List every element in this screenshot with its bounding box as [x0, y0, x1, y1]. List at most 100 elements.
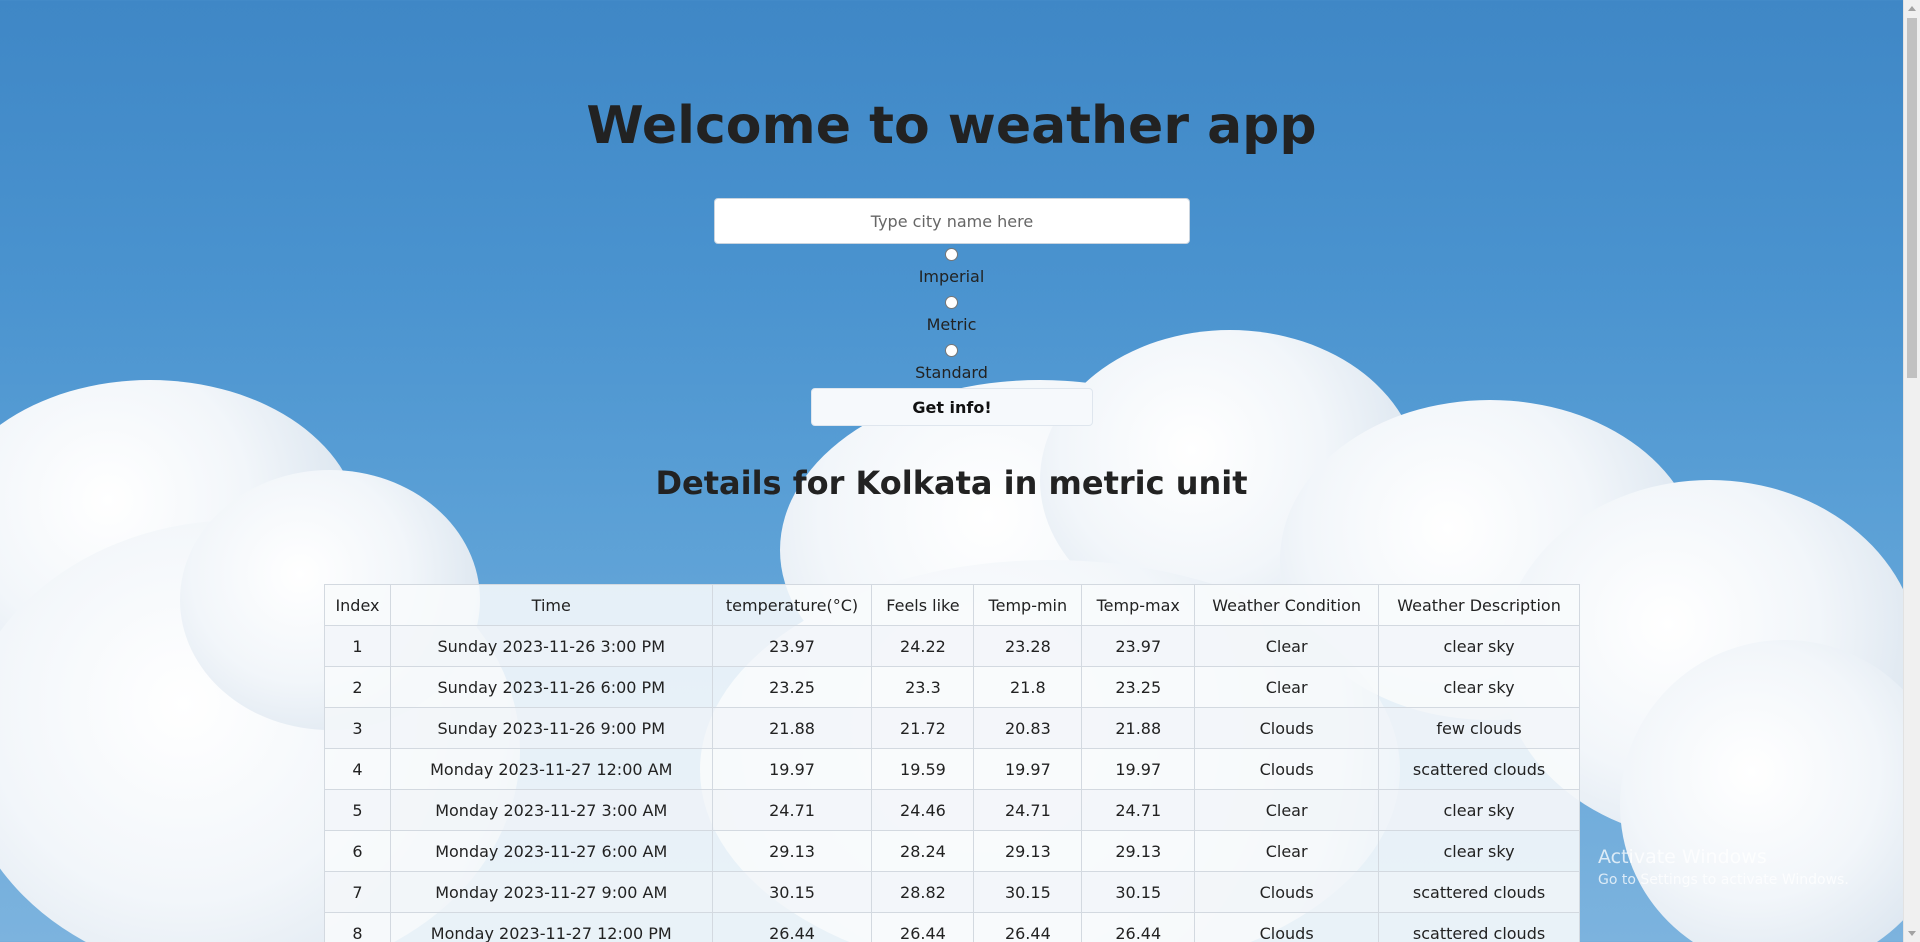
cell-temp-min: 20.83: [973, 707, 1083, 749]
table-row: 5 Monday 2023-11-27 3:00 AM 24.71 24.46 …: [324, 789, 1580, 831]
cell-time: Monday 2023-11-27 3:00 AM: [389, 789, 713, 831]
cell-temp-min: 26.44: [973, 912, 1083, 942]
cell-feels-like: 26.44: [871, 912, 975, 942]
table-row: 4 Monday 2023-11-27 12:00 AM 19.97 19.59…: [324, 748, 1580, 790]
cell-time: Monday 2023-11-27 12:00 AM: [389, 748, 713, 790]
activate-windows-watermark: Activate Windows Go to Settings to activ…: [1598, 846, 1849, 888]
cell-condition: Clouds: [1194, 748, 1380, 790]
col-header-feels-like: Feels like: [871, 584, 975, 626]
city-search-input[interactable]: [714, 198, 1190, 244]
col-header-temp-max: Temp-max: [1081, 584, 1196, 626]
table-header-row: Index Time temperature(°C) Feels like Te…: [324, 584, 1580, 626]
cell-index: 2: [324, 666, 391, 708]
cell-index: 6: [324, 830, 391, 872]
table-row: 6 Monday 2023-11-27 6:00 AM 29.13 28.24 …: [324, 830, 1580, 872]
col-header-temperature: temperature(°C): [711, 584, 873, 626]
page-title: Welcome to weather app: [586, 96, 1317, 156]
cell-description: scattered clouds: [1378, 912, 1580, 942]
cell-temperature: 24.71: [711, 789, 873, 831]
col-header-temp-min: Temp-min: [973, 584, 1083, 626]
table-row: 1 Sunday 2023-11-26 3:00 PM 23.97 24.22 …: [324, 625, 1580, 667]
col-header-index: Index: [324, 584, 391, 626]
cell-temperature: 29.13: [711, 830, 873, 872]
cell-condition: Clouds: [1194, 707, 1380, 749]
cell-time: Sunday 2023-11-26 3:00 PM: [389, 625, 713, 667]
col-header-weather-condition: Weather Condition: [1194, 584, 1380, 626]
col-header-time: Time: [389, 584, 713, 626]
cell-temp-max: 24.71: [1081, 789, 1196, 831]
cell-time: Monday 2023-11-27 12:00 PM: [389, 912, 713, 942]
scroll-up-arrow-icon[interactable]: [1908, 6, 1916, 11]
cell-description: clear sky: [1378, 666, 1580, 708]
vertical-scrollbar[interactable]: [1903, 0, 1920, 942]
weather-app: Welcome to weather app Imperial Metric S…: [0, 0, 1903, 942]
cell-temp-max: 29.13: [1081, 830, 1196, 872]
cell-description: clear sky: [1378, 830, 1580, 872]
cell-feels-like: 21.72: [871, 707, 975, 749]
cell-temperature: 23.97: [711, 625, 873, 667]
cell-temp-min: 24.71: [973, 789, 1083, 831]
get-info-button[interactable]: Get info!: [811, 388, 1093, 426]
scrollbar-thumb[interactable]: [1907, 18, 1917, 378]
cell-description: scattered clouds: [1378, 871, 1580, 913]
cell-temp-max: 23.97: [1081, 625, 1196, 667]
cell-temp-max: 30.15: [1081, 871, 1196, 913]
cell-feels-like: 19.59: [871, 748, 975, 790]
unit-option-metric[interactable]: Metric: [0, 296, 1903, 334]
cell-condition: Clear: [1194, 666, 1380, 708]
unit-option-imperial[interactable]: Imperial: [0, 248, 1903, 286]
cell-temp-max: 21.88: [1081, 707, 1196, 749]
cell-index: 5: [324, 789, 391, 831]
cell-index: 8: [324, 912, 391, 942]
cell-temperature: 26.44: [711, 912, 873, 942]
table-row: 7 Monday 2023-11-27 9:00 AM 30.15 28.82 …: [324, 871, 1580, 913]
cell-feels-like: 24.46: [871, 789, 975, 831]
cell-condition: Clouds: [1194, 912, 1380, 942]
cell-temperature: 21.88: [711, 707, 873, 749]
cell-condition: Clouds: [1194, 871, 1380, 913]
table-row: 2 Sunday 2023-11-26 6:00 PM 23.25 23.3 2…: [324, 666, 1580, 708]
radio-imperial[interactable]: [945, 248, 958, 261]
cell-temperature: 19.97: [711, 748, 873, 790]
cell-temp-min: 21.8: [973, 666, 1083, 708]
cell-temperature: 30.15: [711, 871, 873, 913]
cell-time: Sunday 2023-11-26 9:00 PM: [389, 707, 713, 749]
cell-index: 7: [324, 871, 391, 913]
cell-description: few clouds: [1378, 707, 1580, 749]
cell-temp-min: 29.13: [973, 830, 1083, 872]
unit-option-standard[interactable]: Standard: [0, 344, 1903, 382]
cell-time: Monday 2023-11-27 6:00 AM: [389, 830, 713, 872]
cell-feels-like: 28.24: [871, 830, 975, 872]
details-heading: Details for Kolkata in metric unit: [655, 464, 1248, 502]
cell-description: scattered clouds: [1378, 748, 1580, 790]
cell-temperature: 23.25: [711, 666, 873, 708]
table-row: 8 Monday 2023-11-27 12:00 PM 26.44 26.44…: [324, 912, 1580, 942]
col-header-weather-description: Weather Description: [1378, 584, 1580, 626]
cell-temp-min: 19.97: [973, 748, 1083, 790]
cell-index: 4: [324, 748, 391, 790]
cell-condition: Clear: [1194, 830, 1380, 872]
watermark-title: Activate Windows: [1598, 846, 1767, 868]
radio-label-metric: Metric: [926, 315, 977, 334]
cell-index: 3: [324, 707, 391, 749]
radio-metric[interactable]: [945, 296, 958, 309]
cell-feels-like: 28.82: [871, 871, 975, 913]
scroll-down-arrow-icon[interactable]: [1908, 931, 1916, 936]
cell-temp-max: 26.44: [1081, 912, 1196, 942]
cell-temp-max: 19.97: [1081, 748, 1196, 790]
cell-condition: Clear: [1194, 789, 1380, 831]
radio-label-imperial: Imperial: [918, 267, 985, 286]
cell-temp-min: 30.15: [973, 871, 1083, 913]
cell-time: Sunday 2023-11-26 6:00 PM: [389, 666, 713, 708]
watermark-subtitle: Go to Settings to activate Windows.: [1598, 872, 1849, 888]
cell-temp-min: 23.28: [973, 625, 1083, 667]
forecast-table: Index Time temperature(°C) Feels like Te…: [324, 584, 1580, 942]
radio-standard[interactable]: [945, 344, 958, 357]
cell-temp-max: 23.25: [1081, 666, 1196, 708]
table-row: 3 Sunday 2023-11-26 9:00 PM 21.88 21.72 …: [324, 707, 1580, 749]
radio-label-standard: Standard: [915, 363, 988, 382]
cell-description: clear sky: [1378, 789, 1580, 831]
cell-index: 1: [324, 625, 391, 667]
cell-time: Monday 2023-11-27 9:00 AM: [389, 871, 713, 913]
cell-description: clear sky: [1378, 625, 1580, 667]
